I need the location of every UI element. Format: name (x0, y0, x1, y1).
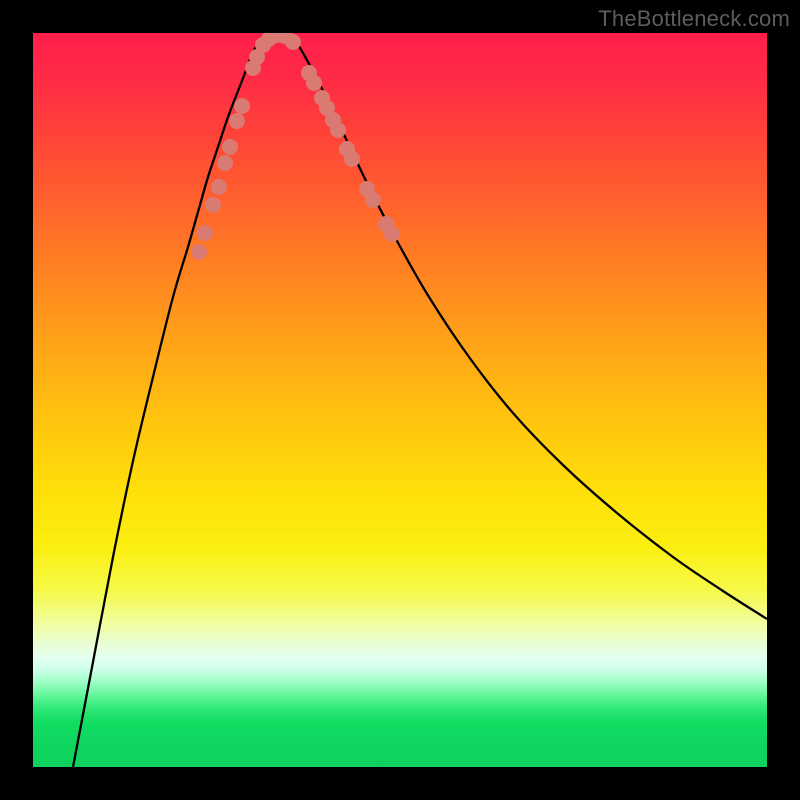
data-marker (234, 98, 250, 114)
data-marker (211, 179, 227, 195)
data-marker (197, 225, 213, 241)
chart-svg (33, 33, 767, 767)
data-marker (384, 226, 400, 242)
bottleneck-curve (73, 33, 767, 767)
data-marker (222, 139, 238, 155)
outer-frame: TheBottleneck.com (0, 0, 800, 800)
data-marker (344, 151, 360, 167)
data-marker (285, 34, 301, 50)
data-marker (217, 155, 233, 171)
data-marker (330, 122, 346, 138)
curve-markers (191, 33, 400, 260)
data-marker (365, 192, 381, 208)
data-marker (205, 197, 221, 213)
data-marker (306, 75, 322, 91)
data-marker (229, 113, 245, 129)
watermark-text: TheBottleneck.com (598, 6, 790, 32)
plot-area (33, 33, 767, 767)
curve-lines (73, 33, 767, 767)
data-marker (191, 244, 207, 260)
